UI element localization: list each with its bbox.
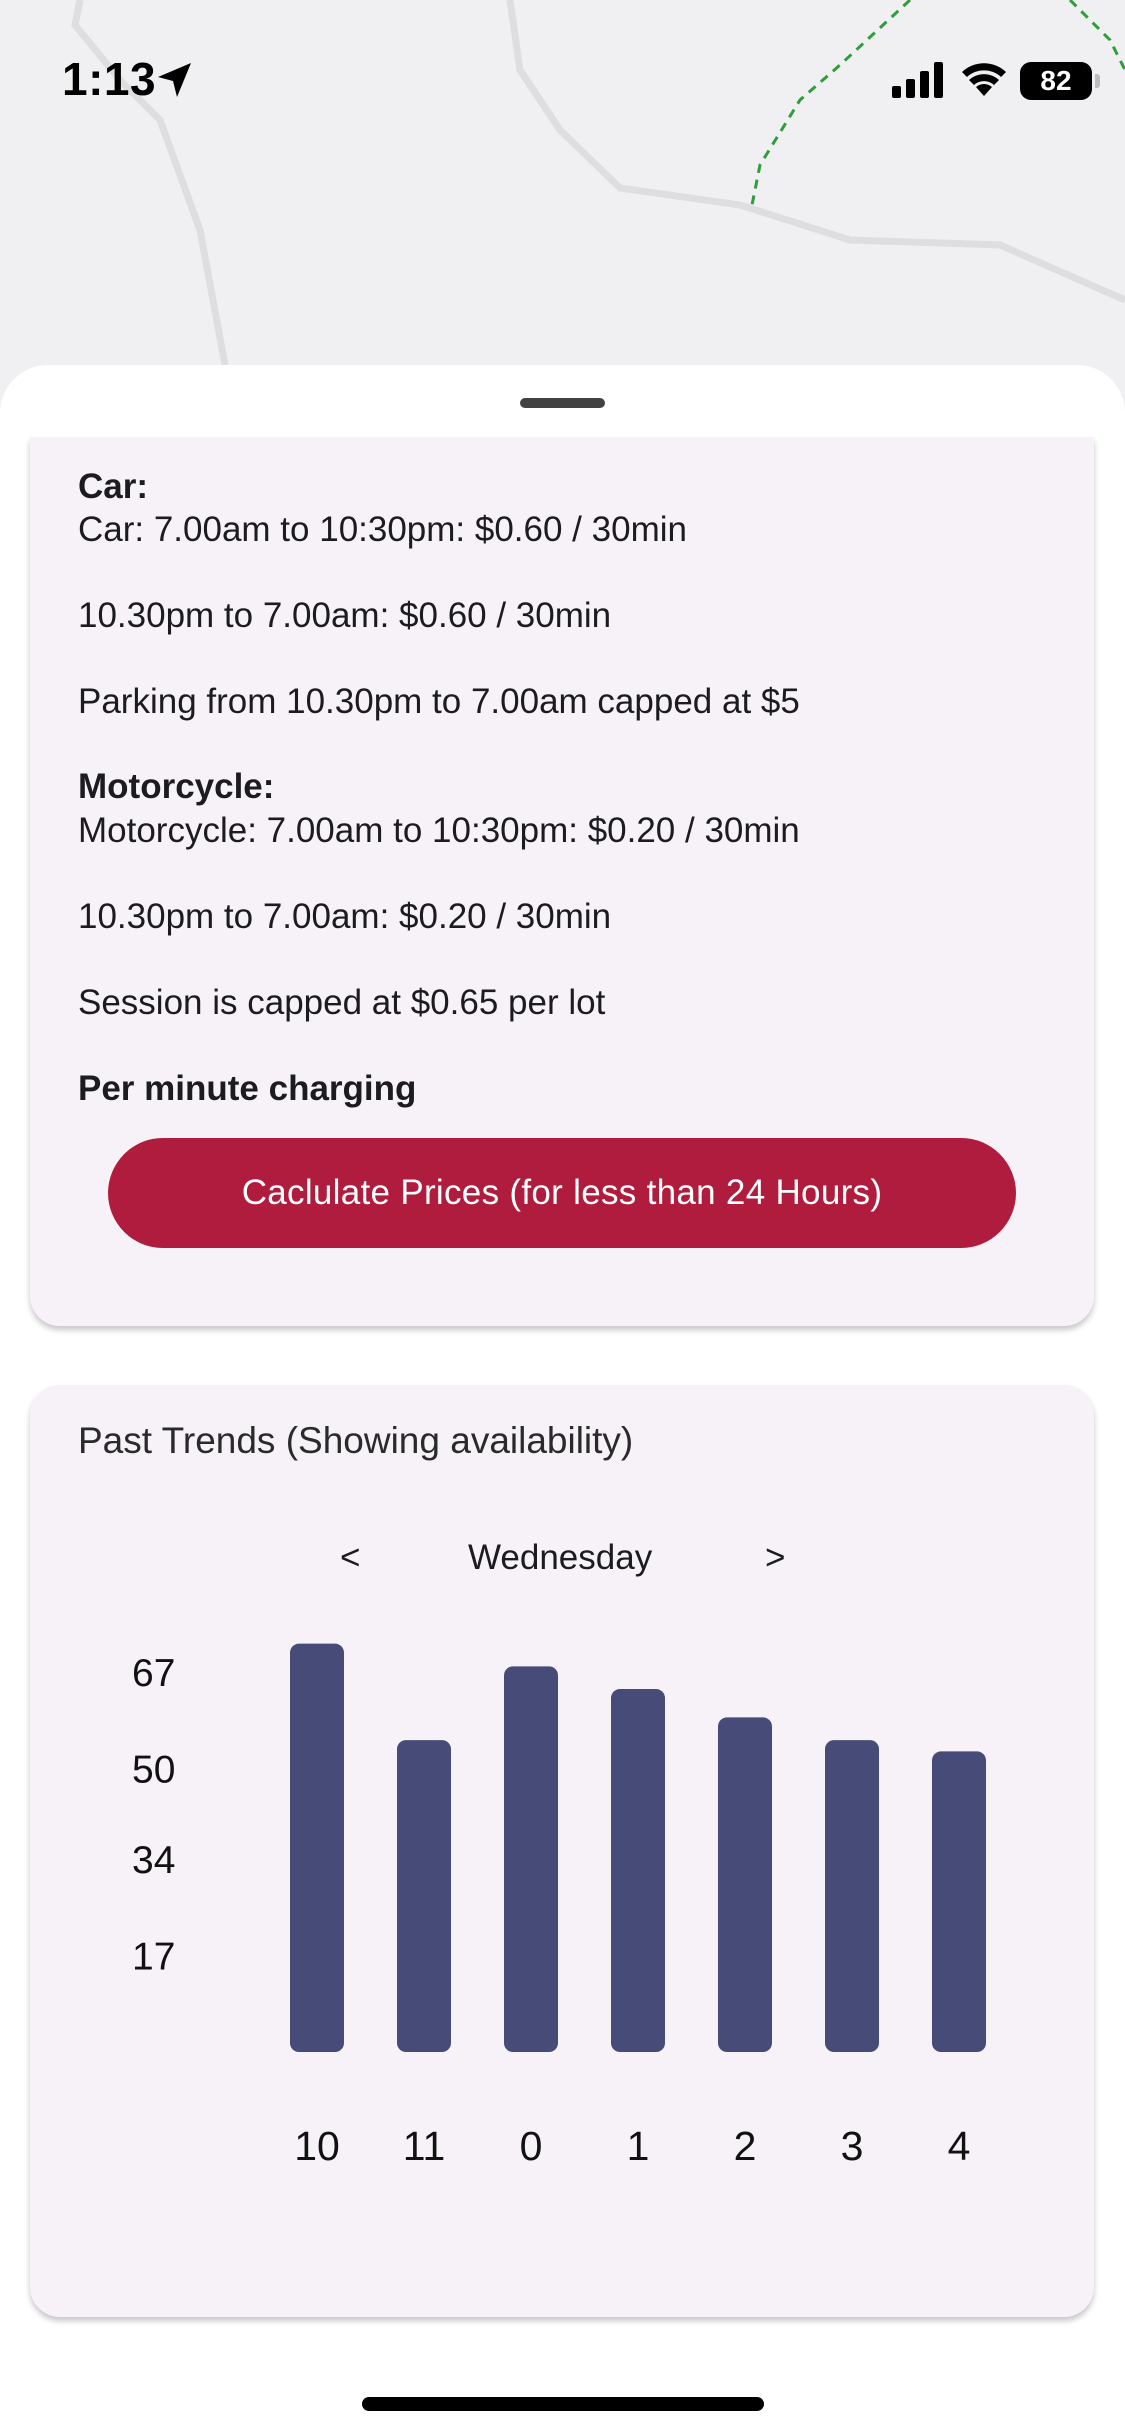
motorcycle-cap-note: Session is capped at $0.65 per lot: [78, 983, 606, 1022]
y-tick-label: 34: [132, 1839, 175, 1882]
x-tick-label: 11: [403, 2123, 446, 2169]
availability-chart-area: 17 34 50 67 10 11 0 1 2 3 4: [30, 1385, 1094, 2317]
availability-bar[interactable]: [718, 1717, 772, 2052]
car-night-rate: 10.30pm to 7.00am: $0.60 / 30min: [78, 596, 612, 635]
car-day-rate: Car: 7.00am to 10:30pm: $0.60 / 30min: [78, 510, 687, 549]
chart-scroll-mask: [986, 1385, 1064, 2185]
home-indicator[interactable]: [362, 2397, 764, 2411]
status-bar: 1:13 82: [0, 0, 1125, 160]
motorcycle-night-rate: 10.30pm to 7.00am: $0.20 / 30min: [78, 897, 612, 936]
x-tick-label: 3: [841, 2123, 864, 2169]
x-tick-label: 4: [948, 2123, 971, 2169]
y-tick-label: 67: [132, 1652, 175, 1695]
motorcycle-day-rate: Motorcycle: 7.00am to 10:30pm: $0.20 / 3…: [78, 811, 800, 850]
availability-bar[interactable]: [504, 1666, 558, 2052]
charging-note: Per minute charging: [78, 1069, 417, 1108]
cellular-signal-icon: [892, 62, 943, 98]
car-heading: Car:: [78, 467, 149, 506]
x-tick-label: 0: [520, 2123, 543, 2169]
location-arrow-icon: [158, 63, 191, 97]
availability-bar[interactable]: [397, 1740, 451, 2052]
wifi-icon: [962, 63, 1006, 96]
availability-bar[interactable]: [611, 1689, 665, 2052]
motorcycle-heading: Motorcycle:: [78, 767, 275, 806]
status-time: 1:13: [62, 53, 157, 105]
x-tick-label: 10: [294, 2123, 340, 2169]
y-tick-label: 50: [132, 1748, 175, 1791]
x-tick-label: 1: [627, 2123, 650, 2169]
availability-bar[interactable]: [290, 1643, 344, 2052]
availability-bar[interactable]: [932, 1751, 986, 2052]
y-tick-label: 17: [132, 1936, 175, 1979]
availability-bar-chart: 17345067 10 11 0 1 2 3 4: [132, 1385, 1064, 2185]
x-tick-label: 2: [734, 2123, 757, 2169]
battery-cap: [1095, 74, 1100, 88]
sheet-drag-handle[interactable]: [520, 398, 605, 408]
car-cap-note: Parking from 10.30pm to 7.00am capped at…: [78, 682, 800, 721]
battery-icon: 82: [1020, 62, 1092, 100]
availability-bar[interactable]: [825, 1740, 879, 2052]
calculate-prices-button[interactable]: Caclulate Prices (for less than 24 Hours…: [108, 1138, 1016, 1248]
